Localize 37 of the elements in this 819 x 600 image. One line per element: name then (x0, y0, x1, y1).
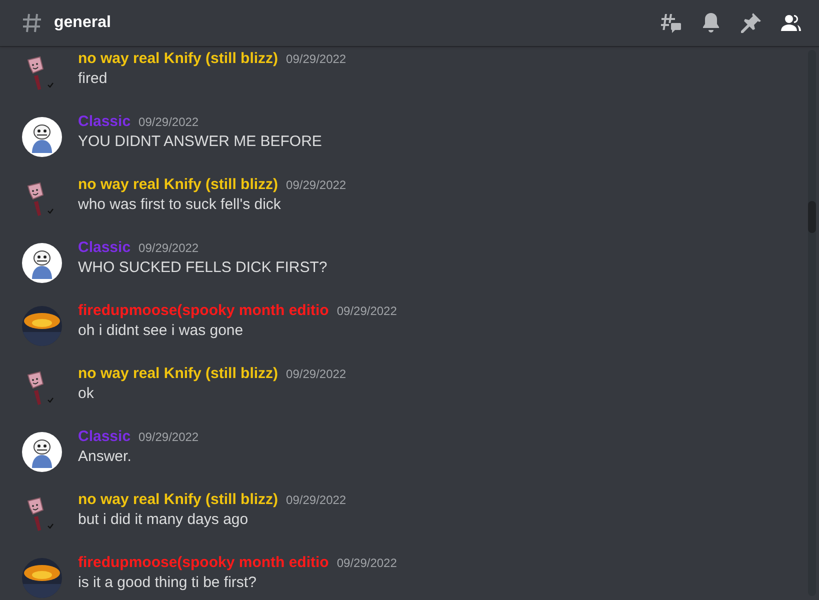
skeleton-avatar-icon (22, 432, 62, 472)
skeleton-avatar-icon (22, 243, 62, 283)
username[interactable]: no way real Knify (still blizz) (78, 365, 278, 382)
message-text: is it a good thing ti be first? (78, 574, 258, 591)
message-text: but i did it many days ago (78, 511, 250, 528)
message-text: ok (78, 385, 95, 402)
photo-placeholder (22, 306, 62, 346)
username[interactable]: Classic (78, 428, 131, 445)
photo-placeholder (22, 558, 62, 598)
timestamp: 09/29/2022 (138, 115, 199, 129)
message-text: who was first to suck fell's dick (78, 196, 282, 213)
username[interactable]: Classic (78, 113, 131, 130)
pin-icon[interactable] (739, 11, 763, 35)
username[interactable]: Classic (78, 239, 131, 256)
timestamp: 09/29/2022 (138, 241, 199, 255)
username[interactable]: firedupmoose(spooky month editio (78, 302, 329, 319)
timestamp: 09/29/2022 (336, 556, 397, 570)
timestamp: 09/29/2022 (138, 430, 199, 444)
message-text: YOU DIDNT ANSWER ME BEFORE (78, 133, 322, 150)
timestamp: 09/29/2022 (286, 178, 346, 192)
channel-hash-icon (22, 13, 42, 33)
channel-title: general (54, 14, 112, 32)
timestamp: 09/29/2022 (336, 304, 397, 318)
message-text: WHO SUCKED FELLS DICK FIRST? (78, 259, 328, 276)
message-text: oh i didnt see i was gone (78, 322, 244, 339)
message-text: Answer. (78, 448, 132, 465)
threads-icon[interactable] (659, 11, 683, 35)
username[interactable]: no way real Knify (still blizz) (78, 491, 278, 508)
username[interactable]: firedupmoose(spooky month editio (78, 554, 329, 571)
timestamp: 09/29/2022 (286, 52, 346, 66)
timestamp: 09/29/2022 (286, 493, 346, 507)
username[interactable]: no way real Knify (still blizz) (78, 50, 278, 67)
skeleton-avatar-icon (22, 117, 62, 157)
scrollbar-thumb[interactable] (808, 201, 816, 233)
timestamp: 09/29/2022 (286, 367, 346, 381)
username[interactable]: no way real Knify (still blizz) (78, 176, 278, 193)
message-text: fired (78, 70, 108, 87)
